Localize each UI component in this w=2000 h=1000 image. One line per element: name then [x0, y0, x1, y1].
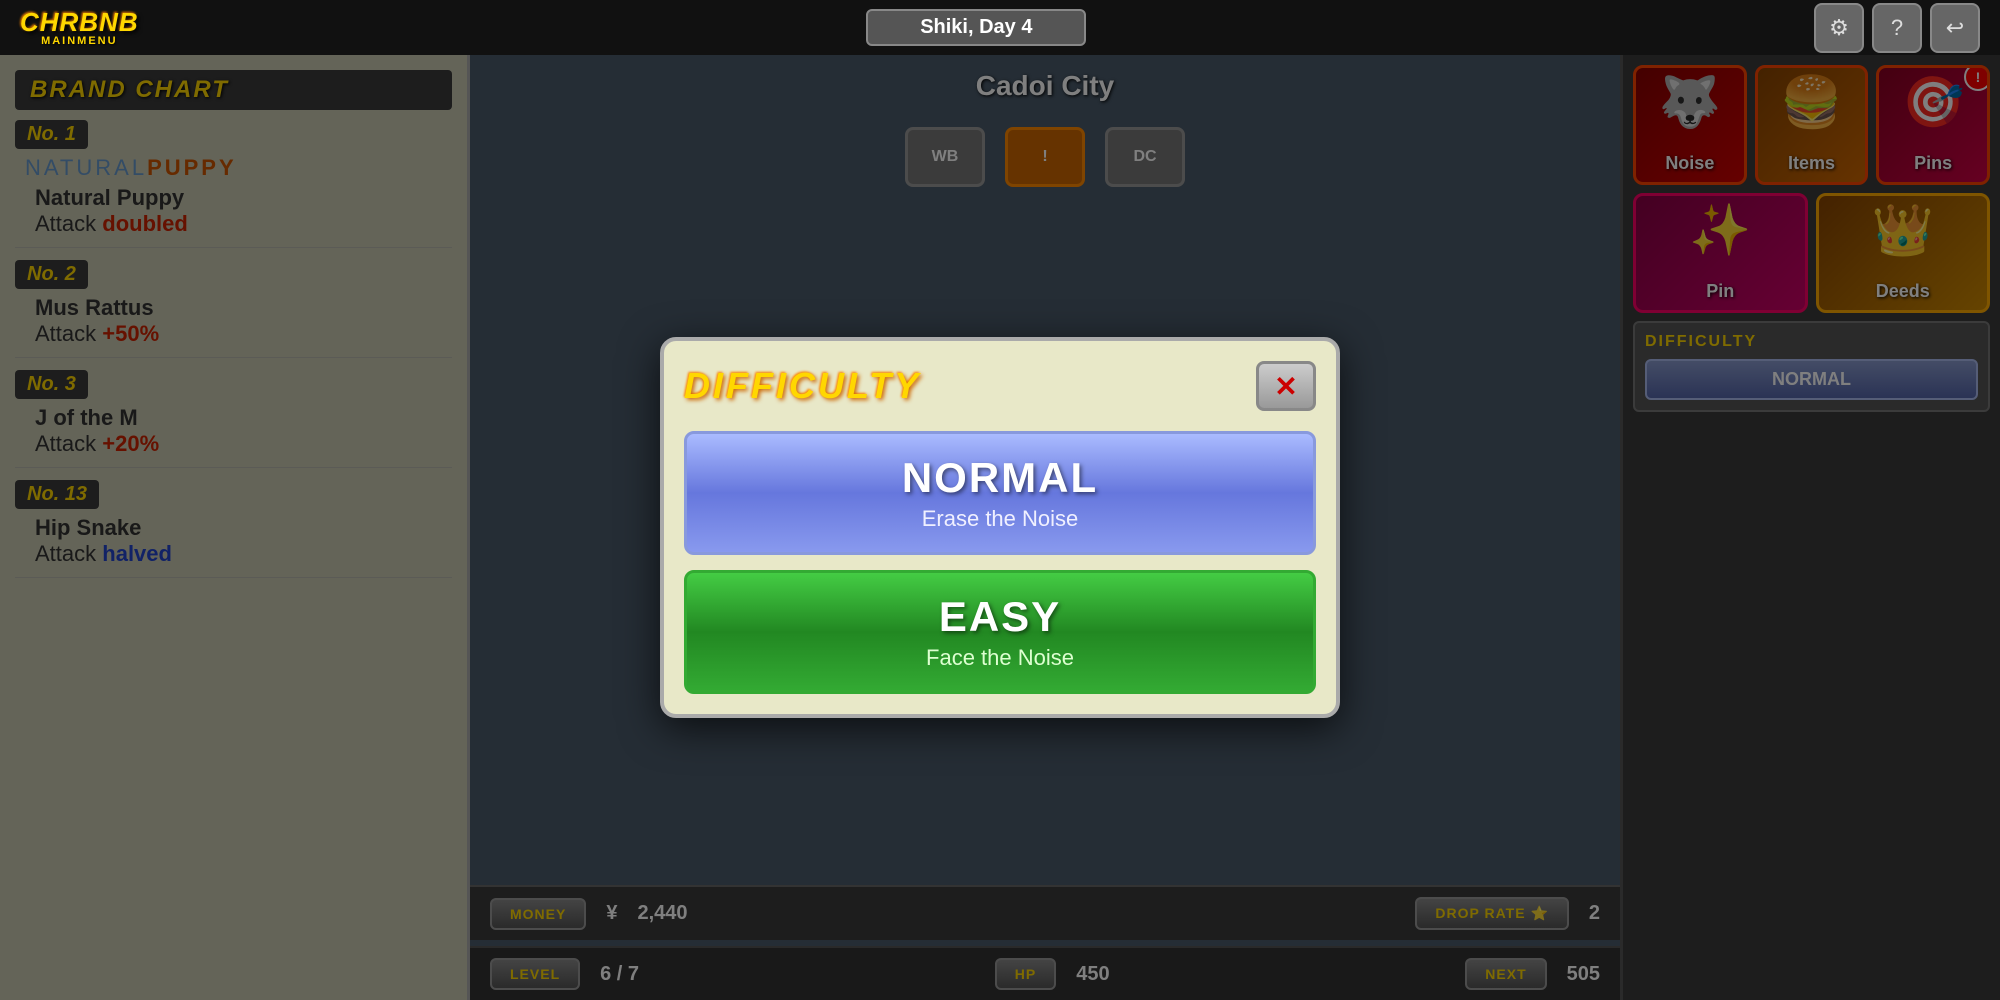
top-center: Shiki, Day 4 — [866, 9, 1086, 46]
modal-title: DIFFICULTY — [684, 365, 921, 407]
logo-title: CHRBNB — [20, 9, 139, 35]
modal-title-bar: DIFFICULTY ✕ — [684, 361, 1316, 411]
easy-option-button[interactable]: EASY Face the Noise — [684, 570, 1316, 694]
difficulty-modal: DIFFICULTY ✕ NORMAL Erase the Noise EASY… — [660, 337, 1340, 718]
normal-option-button[interactable]: NORMAL Erase the Noise — [684, 431, 1316, 555]
logo: CHRBNB MAINMENU — [20, 9, 139, 47]
help-button[interactable]: ? — [1872, 3, 1922, 53]
back-button[interactable]: ↩ — [1930, 3, 1980, 53]
top-bar: CHRBNB MAINMENU Shiki, Day 4 ⚙ ? ↩ — [0, 0, 2000, 55]
settings-button[interactable]: ⚙ — [1814, 3, 1864, 53]
easy-option-subtitle: Face the Noise — [707, 645, 1293, 671]
normal-option-title: NORMAL — [707, 454, 1293, 502]
normal-option-subtitle: Erase the Noise — [707, 506, 1293, 532]
modal-close-button[interactable]: ✕ — [1256, 361, 1316, 411]
day-display: Shiki, Day 4 — [866, 9, 1086, 46]
easy-option-title: EASY — [707, 593, 1293, 641]
top-icons: ⚙ ? ↩ — [1814, 3, 1980, 53]
modal-overlay: DIFFICULTY ✕ NORMAL Erase the Noise EASY… — [0, 55, 2000, 1000]
